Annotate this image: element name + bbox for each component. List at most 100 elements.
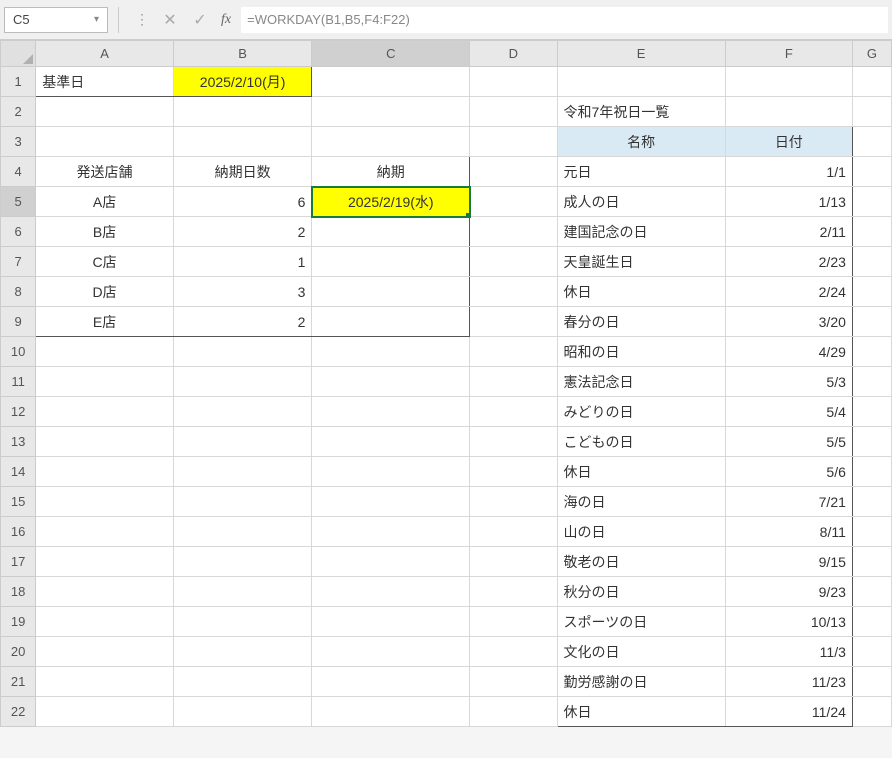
row-header-19[interactable]: 19: [1, 607, 36, 637]
formula-bar-input[interactable]: =WORKDAY(B1,B5,F4:F22): [241, 7, 888, 33]
cell-B21[interactable]: [173, 667, 312, 697]
cell-G9[interactable]: [852, 307, 891, 337]
cell-A9[interactable]: E店: [36, 307, 174, 337]
cell-G7[interactable]: [852, 247, 891, 277]
cell-B18[interactable]: [173, 577, 312, 607]
row-header-7[interactable]: 7: [1, 247, 36, 277]
cell-C20[interactable]: [312, 637, 470, 667]
cell-C5[interactable]: 2025/2/19(水): [312, 187, 470, 217]
row-header-5[interactable]: 5: [1, 187, 36, 217]
cell-G19[interactable]: [852, 607, 891, 637]
cell-D17[interactable]: [470, 547, 557, 577]
cell-F17[interactable]: 9/15: [725, 547, 852, 577]
cell-F19[interactable]: 10/13: [725, 607, 852, 637]
cell-B7[interactable]: 1: [173, 247, 312, 277]
cell-C21[interactable]: [312, 667, 470, 697]
cell-B2[interactable]: [173, 97, 312, 127]
cell-B22[interactable]: [173, 697, 312, 727]
cell-C7[interactable]: [312, 247, 470, 277]
cell-G3[interactable]: [852, 127, 891, 157]
cell-D7[interactable]: [470, 247, 557, 277]
cell-F21[interactable]: 11/23: [725, 667, 852, 697]
cell-G22[interactable]: [852, 697, 891, 727]
cell-B1[interactable]: 2025/2/10(月): [173, 67, 312, 97]
cell-E3[interactable]: 名称: [557, 127, 725, 157]
cell-C15[interactable]: [312, 487, 470, 517]
cell-E8[interactable]: 休日: [557, 277, 725, 307]
cell-C16[interactable]: [312, 517, 470, 547]
cell-A7[interactable]: C店: [36, 247, 174, 277]
cell-G14[interactable]: [852, 457, 891, 487]
row-header-21[interactable]: 21: [1, 667, 36, 697]
cell-G18[interactable]: [852, 577, 891, 607]
cell-A16[interactable]: [36, 517, 174, 547]
row-header-16[interactable]: 16: [1, 517, 36, 547]
row-header-12[interactable]: 12: [1, 397, 36, 427]
cell-D10[interactable]: [470, 337, 557, 367]
row-header-20[interactable]: 20: [1, 637, 36, 667]
cell-G16[interactable]: [852, 517, 891, 547]
cell-F15[interactable]: 7/21: [725, 487, 852, 517]
cell-C11[interactable]: [312, 367, 470, 397]
cell-E1[interactable]: [557, 67, 725, 97]
cell-B6[interactable]: 2: [173, 217, 312, 247]
cell-B10[interactable]: [173, 337, 312, 367]
cell-F10[interactable]: 4/29: [725, 337, 852, 367]
cell-E9[interactable]: 春分の日: [557, 307, 725, 337]
cell-B8[interactable]: 3: [173, 277, 312, 307]
cell-F9[interactable]: 3/20: [725, 307, 852, 337]
cell-D22[interactable]: [470, 697, 557, 727]
row-header-4[interactable]: 4: [1, 157, 36, 187]
cell-C10[interactable]: [312, 337, 470, 367]
cell-G4[interactable]: [852, 157, 891, 187]
cell-G10[interactable]: [852, 337, 891, 367]
name-box-dropdown-icon[interactable]: ▾: [94, 14, 99, 25]
cell-A12[interactable]: [36, 397, 174, 427]
cell-C13[interactable]: [312, 427, 470, 457]
cell-A3[interactable]: [36, 127, 174, 157]
cell-G11[interactable]: [852, 367, 891, 397]
cell-B17[interactable]: [173, 547, 312, 577]
col-header-D[interactable]: D: [470, 41, 557, 67]
row-header-17[interactable]: 17: [1, 547, 36, 577]
row-header-10[interactable]: 10: [1, 337, 36, 367]
cell-A5[interactable]: A店: [36, 187, 174, 217]
cell-C6[interactable]: [312, 217, 470, 247]
cell-C3[interactable]: [312, 127, 470, 157]
row-header-1[interactable]: 1: [1, 67, 36, 97]
cell-A8[interactable]: D店: [36, 277, 174, 307]
cell-E22[interactable]: 休日: [557, 697, 725, 727]
fx-icon[interactable]: fx: [221, 12, 231, 28]
cell-A1[interactable]: 基準日: [36, 67, 174, 97]
cell-A10[interactable]: [36, 337, 174, 367]
row-header-2[interactable]: 2: [1, 97, 36, 127]
cell-E15[interactable]: 海の日: [557, 487, 725, 517]
cell-E12[interactable]: みどりの日: [557, 397, 725, 427]
cell-D18[interactable]: [470, 577, 557, 607]
cell-B13[interactable]: [173, 427, 312, 457]
cell-G15[interactable]: [852, 487, 891, 517]
cell-D15[interactable]: [470, 487, 557, 517]
cell-A19[interactable]: [36, 607, 174, 637]
cell-A11[interactable]: [36, 367, 174, 397]
cell-B16[interactable]: [173, 517, 312, 547]
cell-E10[interactable]: 昭和の日: [557, 337, 725, 367]
cell-B14[interactable]: [173, 457, 312, 487]
enter-formula-icon[interactable]: ✓: [189, 9, 211, 31]
cell-E11[interactable]: 憲法記念日: [557, 367, 725, 397]
cell-D9[interactable]: [470, 307, 557, 337]
cell-E6[interactable]: 建国記念の日: [557, 217, 725, 247]
col-header-B[interactable]: B: [173, 41, 312, 67]
cell-D13[interactable]: [470, 427, 557, 457]
cell-F3[interactable]: 日付: [725, 127, 852, 157]
cell-F1[interactable]: [725, 67, 852, 97]
cell-D2[interactable]: [470, 97, 557, 127]
cell-F4[interactable]: 1/1: [725, 157, 852, 187]
cell-A21[interactable]: [36, 667, 174, 697]
cell-E16[interactable]: 山の日: [557, 517, 725, 547]
cell-A2[interactable]: [36, 97, 174, 127]
cell-D3[interactable]: [470, 127, 557, 157]
cell-G21[interactable]: [852, 667, 891, 697]
cell-A17[interactable]: [36, 547, 174, 577]
cell-G1[interactable]: [852, 67, 891, 97]
